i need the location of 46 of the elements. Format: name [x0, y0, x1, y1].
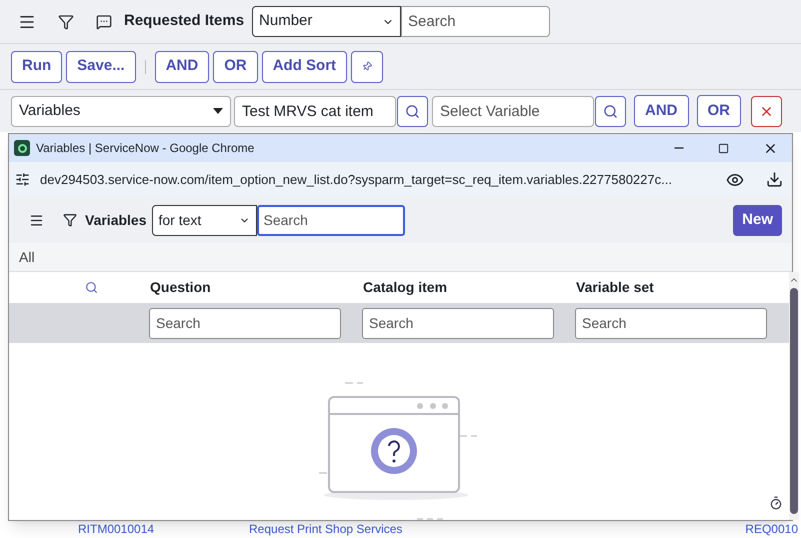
action-button[interactable]: Run — [11, 50, 62, 82]
search-field[interactable]: Search — [256, 204, 404, 236]
action-button[interactable]: Add Sort — [262, 50, 348, 82]
action-button[interactable]: Save... — [66, 50, 136, 82]
chat-icon[interactable] — [96, 14, 112, 30]
field-select[interactable]: Variables — [11, 96, 231, 126]
new-button[interactable]: New — [733, 204, 782, 236]
scrollbar[interactable] — [789, 272, 799, 520]
search-button[interactable] — [397, 96, 428, 126]
timer-icon[interactable] — [769, 496, 783, 510]
record-link[interactable]: RITM0010014 — [78, 522, 249, 537]
search-button[interactable] — [595, 96, 626, 126]
download-icon[interactable] — [766, 171, 783, 188]
site-settings-icon[interactable] — [15, 172, 30, 187]
remove-button[interactable] — [751, 96, 782, 126]
action-button[interactable]: AND — [154, 50, 210, 82]
request-link[interactable]: REQ0010 — [745, 522, 798, 537]
field-select[interactable]: Number — [252, 6, 402, 37]
column-header[interactable]: Catalog item — [363, 277, 576, 298]
item-link[interactable]: Request Print Shop Services — [249, 522, 669, 537]
caret-icon — [213, 108, 223, 114]
list-title: Requested Items — [124, 11, 244, 32]
search-icon[interactable] — [85, 281, 98, 294]
column-header[interactable]: Variable set — [576, 277, 789, 298]
column-search-field[interactable]: Search — [575, 308, 767, 338]
condition-button[interactable]: AND — [634, 95, 688, 127]
variable-field[interactable]: Select Variable — [432, 96, 594, 126]
column-header[interactable]: Question — [150, 277, 363, 298]
column-search-field[interactable]: Search — [149, 308, 341, 338]
filter-icon[interactable] — [58, 14, 74, 30]
action-button[interactable]: OR — [213, 50, 258, 82]
menu-icon[interactable] — [29, 212, 44, 228]
pin-button[interactable] — [351, 50, 384, 82]
condition-button[interactable]: OR — [696, 95, 741, 127]
column-search-field[interactable]: Search — [362, 308, 554, 338]
search-icon — [603, 104, 618, 118]
value-field[interactable]: Test MRVS cat item — [234, 96, 396, 126]
field-select[interactable]: for text — [152, 204, 256, 236]
maximize-icon[interactable] — [718, 142, 729, 154]
window-title: Variables | ServiceNow - Google Chrome — [36, 140, 254, 157]
breadcrumb-link[interactable]: All — [19, 246, 35, 268]
search-icon — [405, 104, 420, 118]
search-field[interactable]: Search — [401, 6, 550, 37]
app-icon — [14, 140, 30, 156]
list-title: Variables — [85, 210, 146, 230]
filter-icon[interactable] — [63, 213, 77, 227]
